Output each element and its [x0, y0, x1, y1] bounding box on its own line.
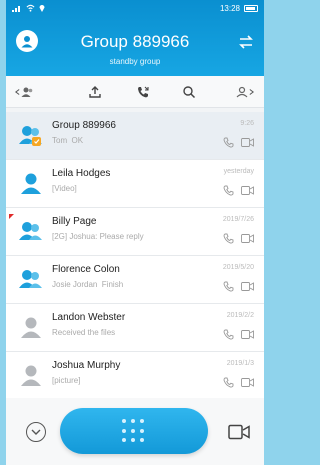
status-right: 13:28	[220, 4, 258, 13]
conversation-preview: [2G] Joshua: Please reply	[52, 232, 144, 241]
dialpad-button[interactable]	[60, 408, 208, 454]
conversation-row[interactable]: Landon Webster Received the files 2019/2…	[6, 304, 264, 352]
conversation-name: Florence Colon	[52, 264, 120, 275]
conversation-time: 2019/5/20	[222, 264, 254, 271]
conversation-time: 2019/1/3	[226, 360, 254, 367]
video-call-icon[interactable]	[241, 234, 254, 243]
page-title: Group 889966	[80, 32, 190, 51]
contact-avatar-icon	[21, 173, 41, 194]
conversation-time: 2019/2/2	[226, 312, 254, 319]
collapse-button[interactable]	[26, 422, 46, 442]
status-bar: 13:28	[12, 4, 258, 16]
chevron-down-icon	[31, 429, 41, 435]
conversation-row[interactable]: Leila Hodges [Video] yesterday	[6, 160, 264, 208]
conversation-name: Leila Hodges	[52, 168, 111, 179]
conversation-time: 9:26	[240, 120, 254, 127]
group-avatar-icon	[19, 126, 42, 146]
toolbar	[6, 76, 264, 108]
call-log-icon	[138, 86, 149, 98]
conversation-row[interactable]: Group 889966 Tom OK 9:26	[6, 112, 264, 160]
video-call-icon[interactable]	[241, 330, 254, 339]
account-icon	[236, 86, 247, 98]
call-log-button[interactable]	[134, 84, 152, 100]
phone-call-icon[interactable]	[223, 233, 234, 244]
unread-flag-icon	[9, 214, 14, 219]
contact-avatar-icon	[21, 365, 41, 386]
phone-call-icon[interactable]	[223, 377, 234, 388]
app-header: 13:28 Group 889966 standby group	[6, 0, 264, 76]
conversation-name: Billy Page	[52, 216, 97, 227]
conversation-preview: [picture]	[52, 376, 81, 385]
wifi-icon	[26, 4, 35, 12]
video-call-icon[interactable]	[241, 282, 254, 291]
conversation-name: Landon Webster	[52, 312, 126, 323]
video-call-icon[interactable]	[241, 378, 254, 387]
chevron-right-icon	[249, 89, 254, 95]
conversation-preview: [Video]	[52, 184, 77, 193]
conversation-preview: Tom OK	[52, 136, 84, 145]
conversation-row[interactable]: Billy Page [2G] Joshua: Please reply 201…	[6, 208, 264, 256]
dialpad-icon	[122, 419, 146, 443]
group-avatar-icon	[19, 222, 42, 240]
upload-icon	[89, 86, 101, 98]
upload-button[interactable]	[86, 84, 104, 100]
contacts-back-button[interactable]	[10, 84, 38, 100]
video-camera-icon[interactable]	[228, 424, 250, 440]
conversation-preview: Received the files	[52, 328, 116, 337]
bottom-bar	[6, 398, 264, 465]
location-icon	[39, 5, 45, 12]
conversation-row[interactable]: Joshua Murphy [picture] 2019/1/3	[6, 352, 264, 400]
page-subtitle: standby group	[109, 57, 161, 66]
phone-call-icon[interactable]	[223, 281, 234, 292]
conversation-time: 2019/7/26	[222, 216, 254, 223]
video-call-icon[interactable]	[241, 138, 254, 147]
status-left	[12, 4, 45, 12]
signal-icon	[12, 6, 20, 12]
account-forward-button[interactable]	[230, 84, 258, 100]
battery-icon	[244, 5, 258, 12]
conversation-preview: Josie Jordan Finish	[52, 280, 124, 289]
phone-call-icon[interactable]	[223, 329, 234, 340]
phone-call-icon[interactable]	[223, 137, 234, 148]
phone-call-icon[interactable]	[223, 185, 234, 196]
search-icon	[183, 86, 196, 99]
video-call-icon[interactable]	[241, 186, 254, 195]
group-avatar-icon	[19, 270, 42, 288]
conversation-name: Group 889966	[52, 120, 116, 131]
search-button[interactable]	[180, 84, 198, 100]
conversation-name: Joshua Murphy	[52, 360, 121, 371]
contacts-icon	[21, 87, 32, 97]
contact-avatar-icon	[21, 317, 41, 338]
conversation-time: yesterday	[223, 168, 254, 175]
conversation-row[interactable]: Florence Colon Josie Jordan Finish 2019/…	[6, 256, 264, 304]
status-time: 13:28	[219, 4, 240, 13]
phone-screen: 13:28 Group 889966 standby group Group 8…	[6, 0, 264, 465]
switch-icon[interactable]	[238, 34, 254, 50]
